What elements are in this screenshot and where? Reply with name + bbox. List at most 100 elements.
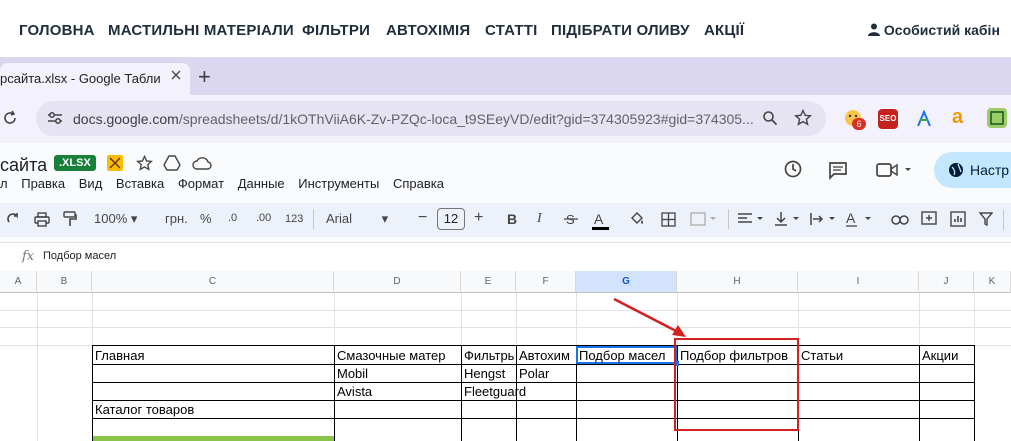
align-left-icon[interactable]: [737, 212, 765, 231]
new-tab-button[interactable]: +: [198, 64, 211, 90]
font-size-decrease-button[interactable]: −: [418, 209, 427, 227]
menu-insert[interactable]: Вставка: [116, 176, 164, 191]
column-header-g[interactable]: G: [576, 271, 677, 293]
tab-close-icon[interactable]: [170, 68, 182, 86]
cell-e-fleetguard[interactable]: Fleetguard: [464, 383, 574, 400]
reload-icon[interactable]: [2, 110, 18, 131]
amazon-extension-icon[interactable]: a: [952, 106, 963, 129]
chevron-down-icon: ▾: [130, 211, 138, 226]
cell-g-oil-picker[interactable]: Подбор масел: [579, 347, 675, 364]
cell-d-lubricants[interactable]: Смазочные матер: [337, 347, 460, 364]
column-header-i[interactable]: I: [798, 271, 919, 293]
zoom-select[interactable]: 100% ▾: [94, 211, 137, 227]
merge-cells-icon[interactable]: [690, 211, 718, 232]
menu-file[interactable]: л: [0, 176, 8, 191]
strikethrough-icon[interactable]: S: [564, 212, 578, 231]
bold-button[interactable]: B: [507, 211, 517, 227]
tab-title: рсайта.xlsx - Google Таблиці: [0, 71, 160, 86]
text-wrap-icon[interactable]: [809, 211, 837, 232]
increase-decimal-button[interactable]: .00: [256, 212, 271, 224]
nav-autochem[interactable]: АВТОХІМІЯ: [386, 22, 470, 39]
document-title[interactable]: сайта: [0, 155, 47, 176]
cell-d-mobil[interactable]: Mobil: [337, 365, 460, 382]
star-icon[interactable]: [136, 154, 153, 177]
column-header-c[interactable]: C: [92, 271, 334, 293]
cell-e-hengst[interactable]: Hengst: [464, 365, 515, 382]
currency-format-button[interactable]: грн.: [165, 211, 188, 226]
borders-icon[interactable]: [661, 212, 676, 232]
text-rotation-icon[interactable]: A: [845, 210, 873, 233]
nav-lubricants[interactable]: МАСТИЛЬНІ МАТЕРІАЛИ: [108, 22, 294, 39]
menu-data[interactable]: Данные: [238, 176, 285, 191]
cell-d-avista[interactable]: Avista: [337, 383, 460, 400]
decrease-decimal-button[interactable]: .0: [228, 212, 237, 224]
menu-format[interactable]: Формат: [178, 176, 224, 191]
gridline: [0, 327, 1011, 328]
column-header-f[interactable]: F: [516, 271, 576, 293]
site-settings-icon[interactable]: [46, 110, 64, 131]
fill-color-icon[interactable]: [629, 210, 645, 233]
extension-arrow-icon[interactable]: [916, 109, 932, 133]
number-format-button[interactable]: 123: [285, 213, 303, 225]
nav-oil-picker[interactable]: ПІДІБРАТИ ОЛИВУ: [551, 22, 690, 39]
account-link[interactable]: Особистий кабін: [868, 22, 1000, 38]
text-color-swatch: [592, 227, 609, 230]
print-icon[interactable]: [34, 212, 50, 232]
column-header-j[interactable]: J: [919, 271, 974, 293]
annotation-arrow-icon: [613, 297, 686, 337]
cell-f-polar[interactable]: Polar: [519, 365, 575, 382]
font-size-increase-button[interactable]: +: [474, 209, 483, 227]
bookmark-star-icon[interactable]: [794, 108, 812, 132]
menu-view[interactable]: Вид: [79, 176, 103, 191]
menu-edit[interactable]: Правка: [21, 176, 65, 191]
green-cell-fill: [93, 436, 334, 441]
formula-input[interactable]: Подбор масел: [43, 250, 116, 262]
filter-icon[interactable]: [978, 212, 994, 231]
cell-c-main[interactable]: Главная: [95, 347, 332, 364]
italic-button[interactable]: I: [537, 211, 542, 227]
nav-sales[interactable]: АКЦІЇ: [704, 22, 744, 39]
text-color-button[interactable]: A: [594, 211, 603, 227]
cell-e-filters[interactable]: Фильтры: [464, 347, 515, 364]
cell-j-sales[interactable]: Акции: [922, 347, 973, 364]
insert-comment-icon[interactable]: [921, 211, 937, 232]
column-header-e[interactable]: E: [461, 271, 516, 293]
menu-help[interactable]: Справка: [393, 176, 444, 191]
font-size-input[interactable]: 12: [437, 208, 465, 230]
url-text: docs.google.com/spreadsheets/d/1kOThViiA…: [73, 111, 754, 127]
share-label: Настр: [970, 162, 1010, 178]
column-header-k[interactable]: K: [974, 271, 1011, 293]
nav-filters[interactable]: ФІЛЬТРИ: [302, 22, 370, 39]
meet-icon[interactable]: [876, 161, 912, 184]
font-value: Arial: [326, 211, 353, 226]
comments-icon[interactable]: [828, 160, 848, 185]
percent-format-button[interactable]: %: [200, 211, 212, 226]
table-border: [92, 418, 974, 419]
cell-f-autochem[interactable]: Автохим: [519, 347, 575, 364]
globe-icon: [948, 162, 964, 183]
column-header-h[interactable]: H: [677, 271, 798, 293]
menu-tools[interactable]: Инструменты: [298, 176, 379, 191]
cell-i-articles[interactable]: Статьи: [801, 347, 918, 364]
gridline: [0, 310, 1011, 311]
nav-articles[interactable]: СТАТТІ: [485, 22, 537, 39]
extension-green-icon[interactable]: [987, 108, 1007, 128]
column-header-a[interactable]: A: [0, 271, 37, 293]
seo-extension-icon[interactable]: SEO: [878, 109, 898, 129]
column-header-d[interactable]: D: [334, 271, 461, 293]
nav-home[interactable]: ГОЛОВНА: [19, 22, 95, 39]
insert-chart-icon[interactable]: [950, 211, 966, 232]
office-mode-icon[interactable]: [107, 155, 123, 171]
history-icon[interactable]: [783, 159, 803, 184]
redo-icon[interactable]: [6, 212, 20, 231]
column-header-b[interactable]: B: [37, 271, 92, 293]
vertical-align-icon[interactable]: [773, 211, 801, 232]
zoom-icon[interactable]: [762, 110, 778, 131]
move-to-drive-icon[interactable]: [163, 155, 181, 177]
paint-format-icon[interactable]: [63, 211, 77, 232]
url-path: /spreadsheets/d/1kOThViiA6K-Zv-PZQc-loca…: [178, 111, 754, 127]
zoom-value: 100%: [94, 211, 128, 226]
font-select[interactable]: Arial ▾: [326, 211, 388, 227]
cell-c-catalog[interactable]: Каталог товаров: [95, 401, 332, 418]
insert-link-icon[interactable]: [891, 213, 909, 231]
